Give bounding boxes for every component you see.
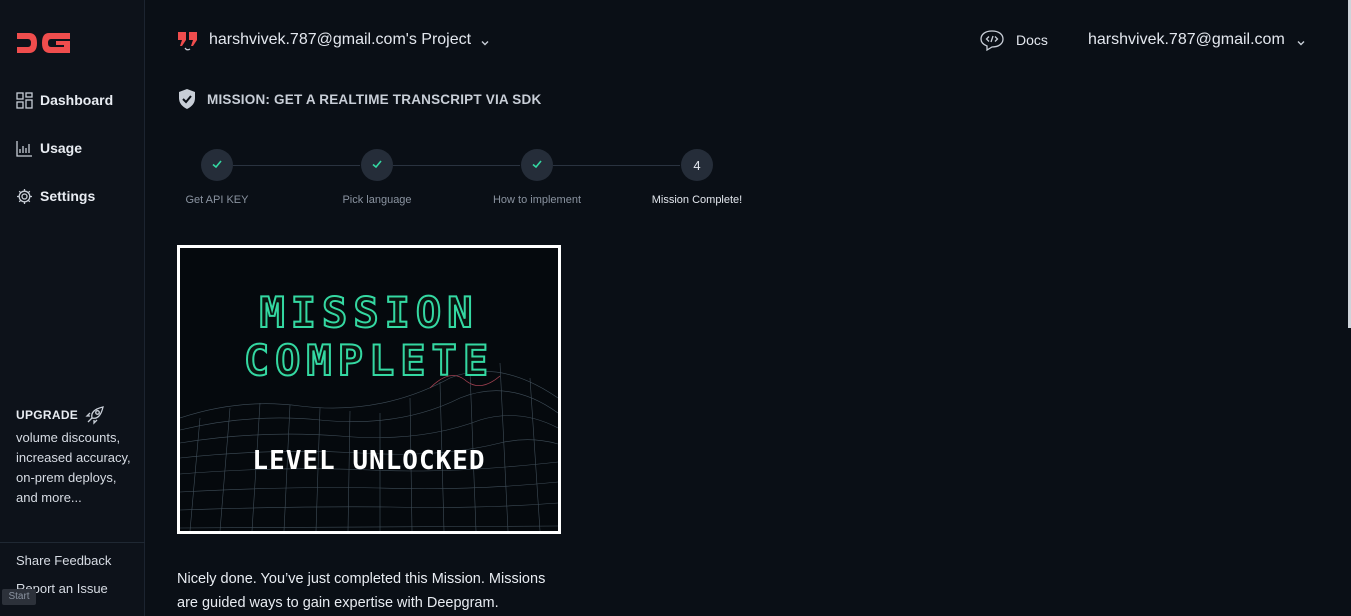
step-3-marker[interactable] — [521, 149, 553, 181]
step-4-marker[interactable]: 4 — [681, 149, 713, 181]
check-icon — [371, 158, 383, 173]
step-connector — [553, 165, 680, 166]
mission-title-text: MISSION: GET A REALTIME TRANSCRIPT VIA S… — [207, 91, 542, 107]
project-selector[interactable]: harshvivek.787@gmail.com's Project — [177, 27, 490, 53]
step-2-label: Pick language — [342, 194, 412, 206]
chevron-down-icon — [1296, 35, 1306, 46]
sidebar-item-label: Usage — [40, 140, 83, 156]
share-feedback-link[interactable]: Share Feedback — [16, 553, 111, 568]
image-title-line1: MISSION — [258, 287, 479, 338]
image-title-line2: COMPLETE — [243, 335, 495, 386]
project-name: harshvivek.787@gmail.com's Project — [209, 31, 472, 48]
dashboard-icon — [15, 91, 33, 109]
gear-icon — [15, 187, 33, 205]
sidebar-divider — [0, 542, 145, 543]
step-connector — [393, 165, 520, 166]
sidebar-item-label: Settings — [40, 188, 96, 204]
upgrade-promo[interactable]: UPGRADE volume discounts, increased accu… — [16, 404, 136, 508]
chevron-down-icon — [480, 35, 490, 46]
docs-label: Docs — [1016, 32, 1048, 48]
chart-icon — [15, 139, 33, 157]
check-icon — [211, 158, 223, 173]
docs-link[interactable]: Docs — [979, 28, 1048, 52]
sidebar-item-label: Dashboard — [40, 92, 114, 108]
rocket-icon — [84, 404, 106, 426]
user-email: harshvivek.787@gmail.com — [1088, 31, 1285, 48]
step-4-label: Mission Complete! — [651, 194, 743, 206]
chat-code-icon — [979, 29, 1005, 52]
user-menu[interactable]: harshvivek.787@gmail.com — [1088, 28, 1306, 52]
upgrade-title: UPGRADE — [16, 404, 136, 426]
sidebar-item-settings[interactable]: Settings — [15, 184, 95, 208]
mission-complete-image: MISSION COMPLETE LEVEL UNLOCKED — [177, 245, 561, 534]
mission-title: MISSION: GET A REALTIME TRANSCRIPT VIA S… — [177, 86, 541, 112]
step-1-label: Get API KEY — [185, 194, 249, 206]
sidebar: Dashboard Usage Settings UPGRADE volume … — [0, 0, 145, 616]
sidebar-item-dashboard[interactable]: Dashboard — [15, 88, 113, 112]
step-2-marker[interactable] — [361, 149, 393, 181]
quote-icon — [177, 28, 201, 52]
upgrade-label: UPGRADE — [16, 408, 79, 422]
deepgram-logo[interactable] — [15, 30, 75, 56]
step-connector — [233, 165, 360, 166]
check-icon — [531, 158, 543, 173]
image-subtitle: LEVEL UNLOCKED — [252, 446, 486, 476]
mission-message: Nicely done. You’ve just completed this … — [177, 571, 546, 611]
upgrade-description: volume discounts, increased accuracy, on… — [16, 430, 131, 505]
step-3-label: How to implement — [492, 194, 582, 206]
step-1-marker[interactable] — [201, 149, 233, 181]
sidebar-item-usage[interactable]: Usage — [15, 136, 82, 160]
status-chip: Start — [2, 589, 36, 605]
shield-check-icon — [177, 88, 197, 110]
